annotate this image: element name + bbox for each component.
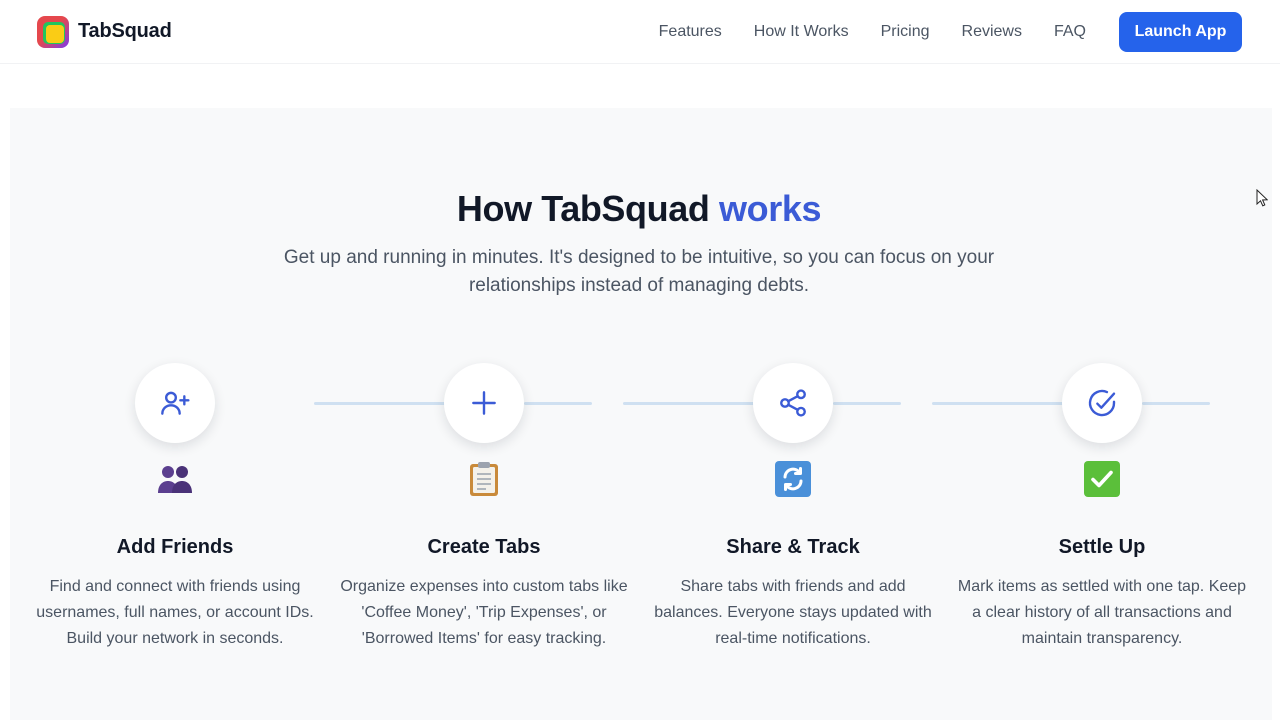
step-connector xyxy=(623,402,763,405)
step-title: Create Tabs xyxy=(427,536,541,558)
step-icon-circle xyxy=(1062,363,1142,443)
nav-pricing[interactable]: Pricing xyxy=(881,23,930,41)
nav-how-it-works[interactable]: How It Works xyxy=(754,23,849,41)
how-it-works-section: How TabSquad works Get up and running in… xyxy=(10,108,1272,720)
launch-app-button[interactable]: Launch App xyxy=(1119,11,1242,52)
step-connector xyxy=(314,402,454,405)
site-header: TabSquad Features How It Works Pricing R… xyxy=(0,0,1280,64)
step-icon-circle xyxy=(135,363,215,443)
tabsquad-logo-icon xyxy=(37,15,69,48)
people-emoji xyxy=(157,461,193,497)
step-title: Share & Track xyxy=(726,536,860,558)
step-connector xyxy=(833,402,901,405)
section-title-accent: works xyxy=(719,188,822,229)
nav-reviews[interactable]: Reviews xyxy=(962,23,1022,41)
step-icon-circle xyxy=(444,363,524,443)
nav-faq[interactable]: FAQ xyxy=(1054,23,1086,41)
main-nav: Features How It Works Pricing Reviews FA… xyxy=(659,23,1086,41)
step-connector xyxy=(932,402,1072,405)
step-title: Add Friends xyxy=(116,536,234,558)
user-plus-icon xyxy=(161,391,190,415)
section-title-main: How TabSquad xyxy=(456,188,720,229)
refresh-emoji xyxy=(775,461,811,497)
step-connector xyxy=(524,402,592,405)
clipboard-emoji xyxy=(466,461,502,497)
step-icon-circle xyxy=(753,363,833,443)
check-circle-icon xyxy=(1088,389,1116,417)
brand-name: TabSquad xyxy=(78,20,172,42)
step-title: Settle Up xyxy=(1058,536,1146,558)
step-description: Share tabs with friends and add balances… xyxy=(654,578,932,647)
plus-icon xyxy=(472,391,496,415)
share-icon xyxy=(780,389,806,417)
brand[interactable]: TabSquad xyxy=(37,15,172,48)
step-description: Find and connect with friends using user… xyxy=(36,578,314,647)
section-title: How TabSquad works xyxy=(10,188,1268,230)
step-connector xyxy=(1142,402,1210,405)
nav-features[interactable]: Features xyxy=(659,23,722,41)
mouse-cursor-icon xyxy=(1256,189,1268,207)
section-subtitle: Get up and running in minutes. It's desi… xyxy=(283,247,995,296)
step-description: Mark items as settled with one tap. Keep… xyxy=(957,578,1247,647)
check-mark-emoji xyxy=(1084,461,1120,497)
step-description: Organize expenses into custom tabs like … xyxy=(340,578,628,647)
